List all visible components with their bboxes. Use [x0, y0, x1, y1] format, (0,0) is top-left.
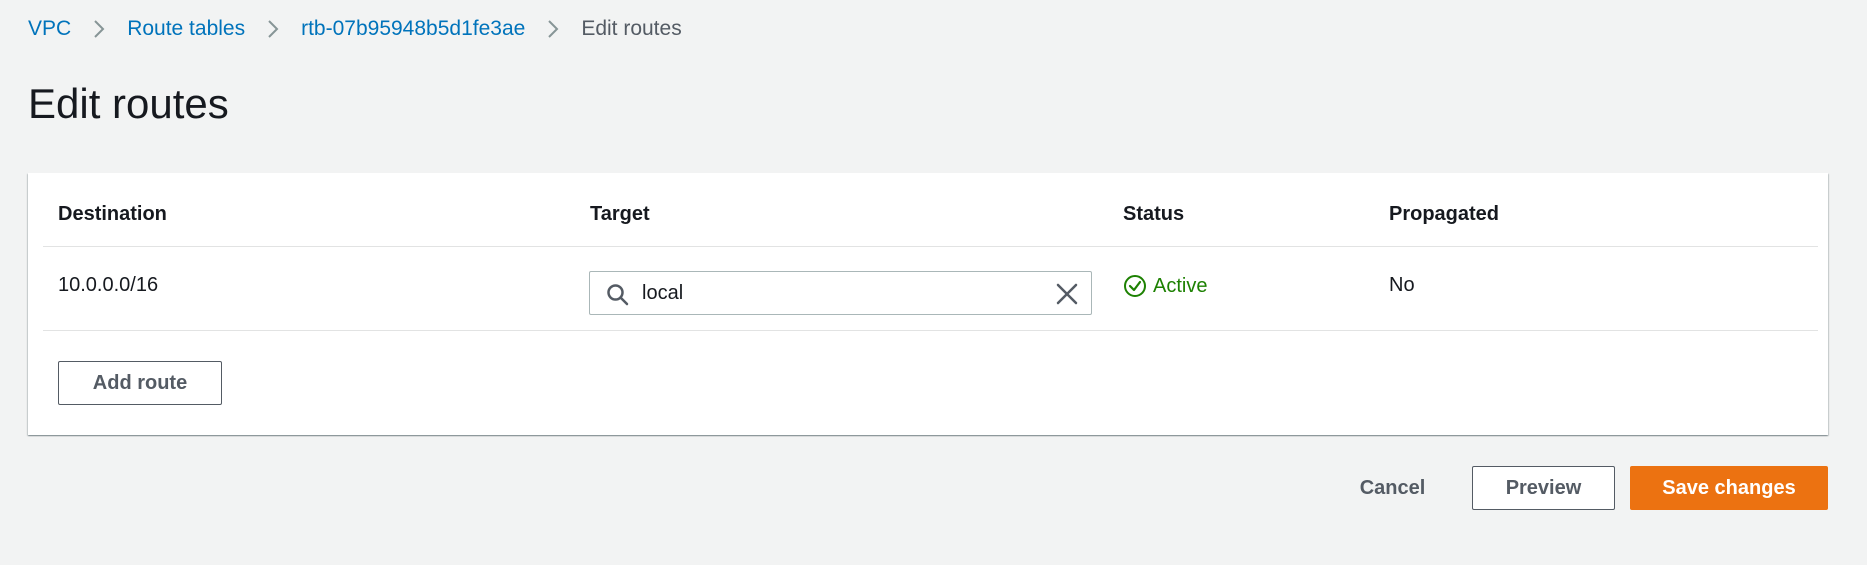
- breadcrumb-link-vpc[interactable]: VPC: [28, 17, 71, 41]
- status-badge: Active: [1123, 274, 1207, 298]
- breadcrumb-link-route-table-id[interactable]: rtb-07b95948b5d1fe3ae: [301, 17, 525, 41]
- search-icon: [606, 283, 630, 312]
- chevron-right-icon: [267, 19, 279, 39]
- close-icon[interactable]: [1055, 282, 1079, 311]
- chevron-right-icon: [547, 19, 559, 39]
- column-header-propagated: Propagated: [1389, 203, 1500, 225]
- check-circle-icon: [1123, 274, 1147, 298]
- header-divider: [43, 246, 1818, 247]
- column-header-target: Target: [590, 203, 650, 225]
- target-input-value[interactable]: local: [642, 282, 683, 305]
- column-header-destination: Destination: [58, 203, 167, 225]
- preview-button[interactable]: Preview: [1472, 466, 1615, 510]
- status-label: Active: [1153, 274, 1208, 297]
- breadcrumb: VPC Route tables rtb-07b95948b5d1fe3ae E…: [28, 14, 682, 44]
- target-input[interactable]: local: [589, 271, 1092, 315]
- save-changes-button[interactable]: Save changes: [1630, 466, 1828, 510]
- column-header-status: Status: [1123, 203, 1185, 225]
- breadcrumb-link-route-tables[interactable]: Route tables: [127, 17, 245, 41]
- routes-panel: Destination Target Status Propagated 10.…: [28, 173, 1828, 435]
- breadcrumb-current: Edit routes: [581, 17, 682, 40]
- row-divider: [43, 330, 1818, 331]
- destination-cell: 10.0.0.0/16: [58, 274, 159, 296]
- add-route-button[interactable]: Add route: [58, 361, 222, 405]
- page-title: Edit routes: [28, 80, 229, 127]
- cancel-button[interactable]: Cancel: [1340, 466, 1445, 510]
- chevron-right-icon: [93, 19, 105, 39]
- propagated-cell: No: [1389, 274, 1415, 296]
